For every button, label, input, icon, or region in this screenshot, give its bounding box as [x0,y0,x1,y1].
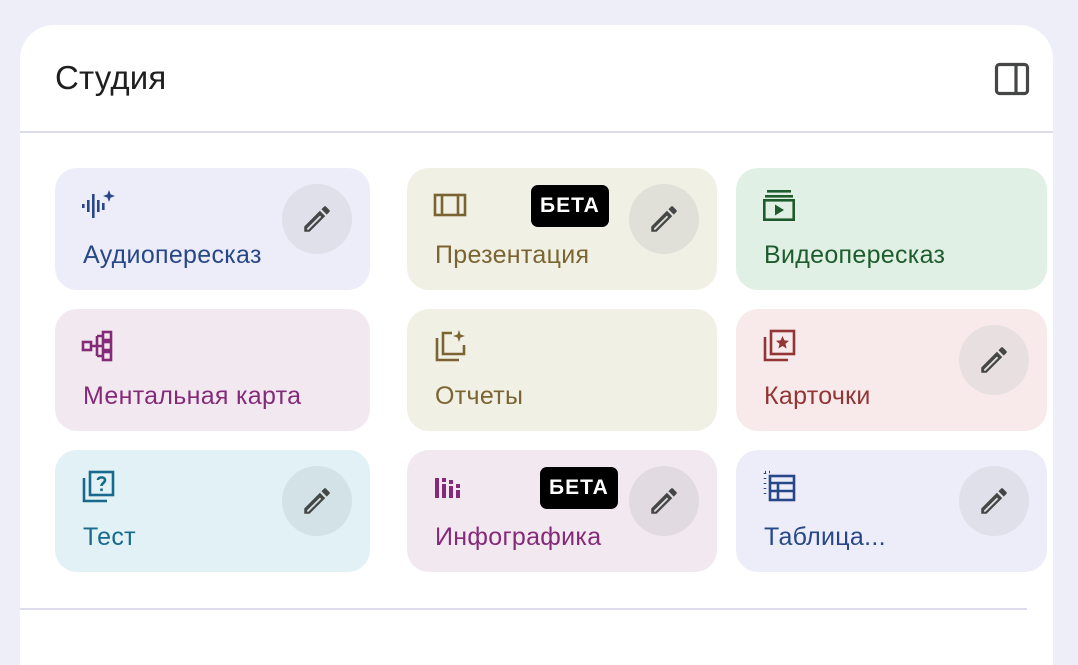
mind-map-icon [81,330,113,362]
flashcards-icon [763,329,796,362]
panel-title: Студия [55,59,167,96]
tile-audio-overview[interactable]: Аудиопересказ [55,168,370,290]
tile-table[interactable]: Таблица... [736,450,1047,572]
quiz-icon [82,470,115,503]
edit-button[interactable] [959,466,1029,536]
tile-label: Отчеты [435,382,524,410]
tile-label: Ментальная карта [83,382,302,410]
video-stack-icon [762,190,795,221]
pencil-icon [651,488,677,514]
section-divider [20,608,1027,610]
edit-button[interactable] [629,466,699,536]
tile-quiz[interactable]: Тест [55,450,370,572]
beta-badge: БЕТА [531,185,609,227]
beta-badge: БЕТА [540,467,618,509]
tile-infographic[interactable]: Инфографика БЕТА [407,450,717,572]
edit-button[interactable] [282,466,352,536]
panel-header: Студия [20,25,1053,133]
edit-button[interactable] [629,184,699,254]
pencil-icon [981,488,1007,514]
side-panel-icon [994,62,1030,96]
pencil-icon [651,206,677,232]
tile-reports[interactable]: Отчеты [407,309,717,431]
audio-sparkle-icon [82,190,115,218]
table-icon [763,470,796,502]
pencil-icon [304,488,330,514]
tile-label: Инфографика [435,523,602,551]
tile-presentation[interactable]: Презентация БЕТА [407,168,717,290]
tile-mind-map[interactable]: Ментальная карта [55,309,370,431]
pencil-icon [981,347,1007,373]
tile-label: Тест [83,523,136,551]
tile-label: Аудиопересказ [83,241,262,269]
pencil-icon [304,206,330,232]
infographic-icon [435,478,460,498]
edit-button[interactable] [959,325,1029,395]
report-sparkle-icon [435,330,466,362]
tile-label: Карточки [764,382,871,410]
tile-video-overview[interactable]: Видеопересказ [736,168,1047,290]
studio-panel: Студия Аудиопересказ Презентация БЕТА Ви… [20,25,1053,665]
slides-icon [433,193,467,217]
tile-flashcards[interactable]: Карточки [736,309,1047,431]
tile-label: Таблица... [764,523,886,551]
tile-label: Презентация [435,241,590,269]
edit-button[interactable] [282,184,352,254]
side-panel-toggle-button[interactable] [990,57,1034,101]
tile-label: Видеопересказ [764,241,946,269]
